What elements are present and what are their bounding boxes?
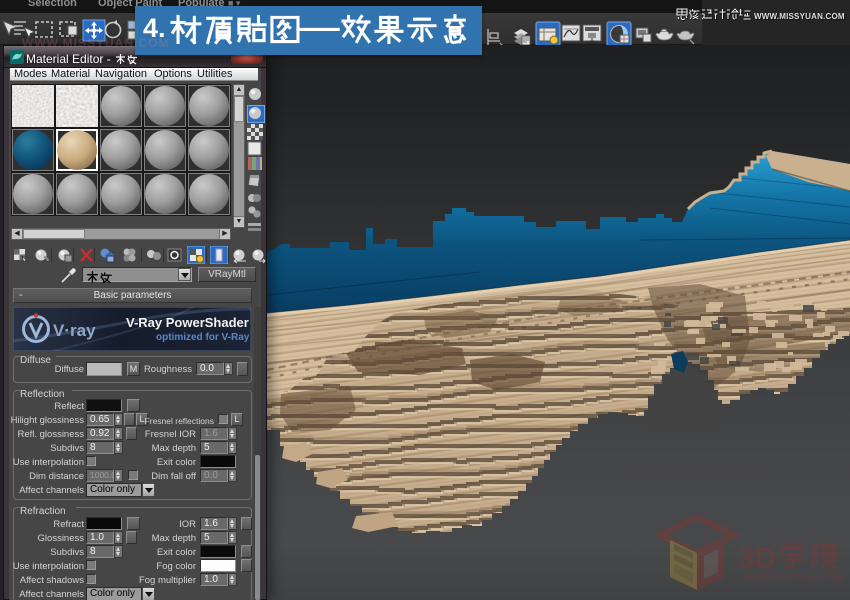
svg-text:V-Ray PowerShader: V-Ray PowerShader	[126, 315, 249, 330]
svg-text:3D: 3D	[738, 542, 776, 575]
svg-text:WWW.3DXUEYUAN.COM: WWW.3DXUEYUAN.COM	[744, 572, 845, 582]
svg-text:optimized for V-Ray: optimized for V-Ray	[156, 332, 250, 343]
svg-text:V·ray: V·ray	[53, 321, 96, 340]
